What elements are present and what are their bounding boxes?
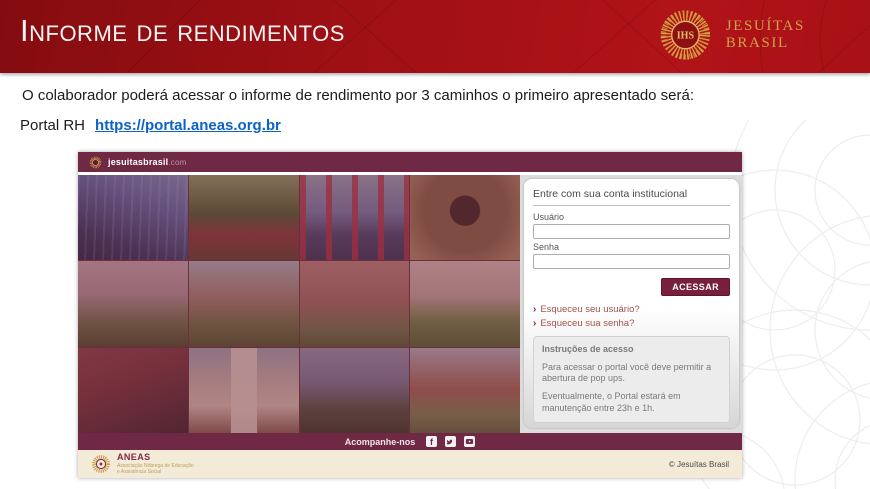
campus-photo: [78, 348, 188, 433]
campus-photo: [410, 261, 520, 346]
portal-path-line: Portal RH https://portal.aneas.org.br: [20, 117, 281, 134]
password-field[interactable]: [533, 254, 730, 269]
portal-logo-text: jesuitasbrasil.com: [108, 157, 186, 167]
login-card: Entre com sua conta institucional Usuári…: [524, 179, 739, 428]
forgot-links: Esqueceu seu usuário? Esqueceu sua senha…: [533, 304, 730, 329]
aneas-org: ANEAS Associação Nóbrega de Educação e A…: [117, 453, 194, 475]
chevron-right-icon: [533, 319, 536, 329]
slide-header: Informe de rendimentos IHS Jesuítas Bras…: [0, 0, 870, 73]
username-field[interactable]: [533, 224, 730, 239]
portal-footer: ANEAS Associação Nóbrega de Educação e A…: [78, 450, 742, 478]
aneas-sunburst-icon: [91, 453, 111, 475]
campus-photo: [300, 348, 410, 433]
portal-logo-suffix: .com: [168, 158, 186, 167]
portal-path-label: Portal RH: [20, 117, 85, 134]
campus-photo: [189, 348, 299, 433]
campus-photo: [78, 175, 188, 260]
twitter-icon[interactable]: [445, 436, 456, 447]
login-heading: Entre com sua conta institucional: [533, 188, 730, 206]
password-label: Senha: [533, 242, 730, 252]
login-button[interactable]: ACESSAR: [661, 278, 730, 296]
slide: Informe de rendimentos IHS Jesuítas Bras…: [0, 0, 870, 489]
follow-us-label: Acompanhe-nos: [345, 437, 416, 447]
brand-name: Jesuítas Brasil: [726, 18, 870, 52]
svg-text:f: f: [430, 437, 434, 446]
campus-photo: [300, 261, 410, 346]
campus-photo: [300, 175, 410, 260]
campus-photo: [78, 261, 188, 346]
access-instructions-box: Instruções de acesso Para acessar o port…: [533, 336, 730, 423]
aneas-name: ANEAS: [117, 453, 194, 463]
instructions-title: Instruções de acesso: [542, 344, 721, 356]
instructions-line: Para acessar o portal você deve permitir…: [542, 362, 721, 385]
portal-url-link[interactable]: https://portal.aneas.org.br: [95, 117, 281, 134]
ihs-sunburst-icon: IHS: [658, 5, 713, 65]
copyright: © Jesuítas Brasil: [669, 460, 729, 469]
brand: IHS Jesuítas Brasil: [658, 5, 870, 65]
campus-photo: [410, 175, 520, 260]
facebook-icon[interactable]: f: [426, 436, 437, 447]
chevron-right-icon: [533, 305, 536, 315]
portal-topbar: jesuitasbrasil.com: [78, 152, 742, 172]
forgot-username-link[interactable]: Esqueceu seu usuário?: [533, 304, 730, 315]
portal-main: Entre com sua conta institucional Usuári…: [78, 172, 742, 433]
aneas-tagline: Associação Nóbrega de Educação e Assistê…: [117, 463, 194, 476]
forgot-password-link[interactable]: Esqueceu sua senha?: [533, 318, 730, 329]
campus-photo: [189, 261, 299, 346]
portal-sunburst-icon: [89, 156, 102, 169]
instructions-line: Eventualmente, o Portal estará em manute…: [542, 391, 721, 414]
campus-photo-mosaic: [78, 175, 520, 433]
submit-row: ACESSAR: [533, 277, 730, 296]
intro-text: O colaborador poderá acessar o informe d…: [22, 87, 694, 104]
page-title: Informe de rendimentos: [20, 13, 345, 49]
login-sidebar: Entre com sua conta institucional Usuári…: [520, 175, 742, 433]
svg-text:IHS: IHS: [677, 31, 695, 42]
social-bar: Acompanhe-nos f: [78, 433, 742, 450]
campus-photo: [189, 175, 299, 260]
username-label: Usuário: [533, 212, 730, 222]
youtube-icon[interactable]: [464, 436, 475, 447]
portal-screenshot: jesuitasbrasil.com Entre com sua conta i: [78, 152, 742, 478]
campus-photo: [410, 348, 520, 433]
